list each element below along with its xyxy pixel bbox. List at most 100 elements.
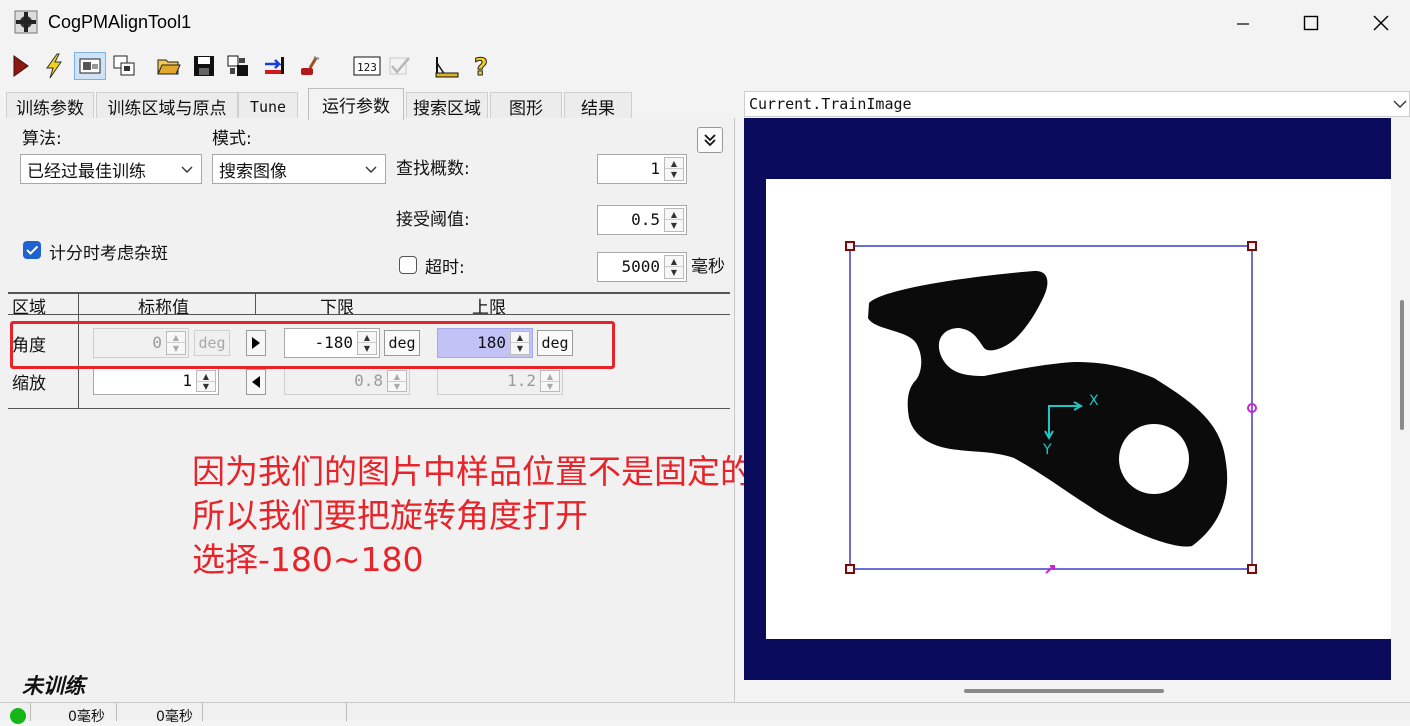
ruler-icon (435, 57, 459, 78)
minimize-icon (1237, 23, 1249, 25)
vertical-scrollbar[interactable] (1400, 300, 1404, 430)
y-axis-label: Y (1042, 442, 1052, 458)
reset-icon (265, 57, 284, 74)
spin-down-icon[interactable]: ▼ (388, 381, 406, 392)
collapse-range-button[interactable] (246, 369, 266, 395)
tab-run-params[interactable]: 运行参数 (308, 88, 404, 120)
algorithm-select[interactable]: 已经过最佳训练 (20, 154, 202, 184)
maximize-button[interactable] (1276, 0, 1346, 46)
window-title: CogPMAlignTool1 (48, 12, 192, 32)
svg-text:123: 123 (357, 61, 377, 74)
chevron-down-icon (365, 166, 377, 173)
tab-graphics[interactable]: 图形 (490, 92, 562, 120)
algorithm-label: 算法: (22, 129, 62, 149)
app-icon (14, 10, 38, 34)
help-icon: ? (474, 53, 489, 79)
region-handle[interactable] (845, 564, 855, 574)
tab-search-region[interactable]: 搜索区域 (406, 92, 488, 120)
chevron-down-icon (181, 166, 193, 173)
lightning-button[interactable] (40, 52, 68, 80)
timeout-unit: 毫秒 (691, 257, 725, 277)
save-button[interactable] (190, 52, 218, 80)
tab-results[interactable]: 结果 (564, 92, 632, 120)
open-button[interactable] (155, 52, 183, 80)
copy-image-button[interactable] (110, 52, 138, 80)
find-count-stepper[interactable]: 1 ▲ ▼ (597, 154, 687, 184)
open-folder-icon (157, 59, 181, 75)
reset-button[interactable] (260, 52, 288, 80)
table-col-divider (255, 293, 256, 315)
image-selector[interactable]: Current.TrainImage (744, 91, 1410, 117)
clutter-label: 计分时考虑杂斑 (49, 244, 168, 264)
title-bar: CogPMAlignTool1 (0, 0, 1410, 46)
ruler-button[interactable] (432, 52, 460, 80)
spin-up-icon[interactable]: ▲ (665, 256, 683, 267)
image-display[interactable]: X Y (744, 118, 1391, 680)
collapse-button[interactable] (697, 127, 723, 153)
find-count-label: 查找概数: (396, 159, 470, 179)
status-bar: 0毫秒 0毫秒 (0, 702, 1410, 725)
lightning-icon (46, 53, 62, 79)
checkmark-disabled-icon (389, 57, 410, 75)
numeric-display-icon: 123 (353, 56, 381, 76)
status-indicator (10, 708, 26, 724)
row-scale-label: 缩放 (12, 374, 46, 394)
toolbar: 123 ? (0, 46, 1410, 139)
triangle-left-icon (252, 376, 260, 388)
spin-up-icon[interactable]: ▲ (665, 158, 683, 169)
run-button[interactable] (6, 52, 34, 80)
chevron-down-icon (1393, 100, 1407, 108)
scale-nominal-stepper[interactable]: 1 ▲ ▼ (93, 367, 219, 395)
numeric-display-button[interactable]: 123 (352, 52, 382, 80)
minimize-button[interactable] (1208, 0, 1278, 46)
scale-high-stepper[interactable]: 1.2 ▲ ▼ (437, 367, 563, 395)
table-bottom-border (8, 408, 730, 409)
region-handle[interactable] (1247, 241, 1257, 251)
maximize-icon (1303, 15, 1319, 31)
region-handle[interactable] (1247, 564, 1257, 574)
clutter-checkbox[interactable] (23, 241, 41, 259)
tab-strip: 训练参数 训练区域与原点 Tune 运行参数 搜索区域 图形 结果 (0, 88, 735, 120)
tab-tune[interactable]: Tune (238, 92, 298, 120)
check-button[interactable] (386, 52, 414, 80)
timeout-stepper[interactable]: 5000 ▲ ▼ (597, 252, 687, 282)
region-handle[interactable] (845, 241, 855, 251)
run-params-panel: 算法: 模式: 已经过最佳训练 搜索图像 查找概数: 1 ▲ ▼ 接受阈值: 0.… (0, 118, 735, 702)
mode-label: 模式: (212, 129, 252, 149)
timeout-checkbox[interactable] (399, 256, 417, 274)
tab-train-params[interactable]: 训练参数 (6, 92, 94, 120)
spin-down-icon[interactable]: ▼ (197, 381, 215, 392)
double-chevron-down-icon (704, 134, 716, 147)
x-axis-label: X (1089, 393, 1099, 409)
part-hole (1119, 424, 1189, 494)
time-label-1: 0毫秒 (68, 709, 105, 725)
tab-train-region[interactable]: 训练区域与原点 (96, 92, 238, 120)
train-button[interactable] (74, 52, 106, 80)
highlight-box (10, 321, 615, 369)
annotation-line-2: 所以我们要把旋转角度打开 (192, 496, 588, 535)
scale-low-stepper[interactable]: 0.8 ▲ ▼ (284, 367, 410, 395)
save-icon (194, 56, 214, 76)
electric-button[interactable] (296, 52, 324, 80)
input-output-button[interactable] (224, 52, 252, 80)
horizontal-scrollbar[interactable] (964, 689, 1164, 693)
mode-select[interactable]: 搜索图像 (212, 154, 386, 184)
spin-down-icon[interactable]: ▼ (541, 381, 559, 392)
spin-down-icon[interactable]: ▼ (665, 220, 683, 231)
run-icon (13, 55, 29, 77)
spin-down-icon[interactable]: ▼ (665, 267, 683, 278)
table-top-border (8, 292, 730, 294)
annotation-text: 因为我们的图片中样品位置不是固定的 所以我们要把旋转角度打开 选择-180~18… (192, 450, 753, 582)
annotation-line-3: 选择-180~180 (192, 540, 424, 579)
time-label-2: 0毫秒 (156, 709, 193, 725)
close-icon (1373, 15, 1389, 31)
table-header-divider (8, 314, 730, 315)
accept-threshold-stepper[interactable]: 0.5 ▲ ▼ (597, 205, 687, 235)
checkmark-icon (26, 245, 39, 255)
spin-up-icon[interactable]: ▲ (665, 209, 683, 220)
help-button[interactable]: ? (468, 52, 496, 80)
close-button[interactable] (1346, 0, 1410, 46)
accept-threshold-label: 接受阈值: (396, 210, 470, 230)
svg-text:?: ? (474, 53, 488, 79)
spin-down-icon[interactable]: ▼ (665, 169, 683, 180)
